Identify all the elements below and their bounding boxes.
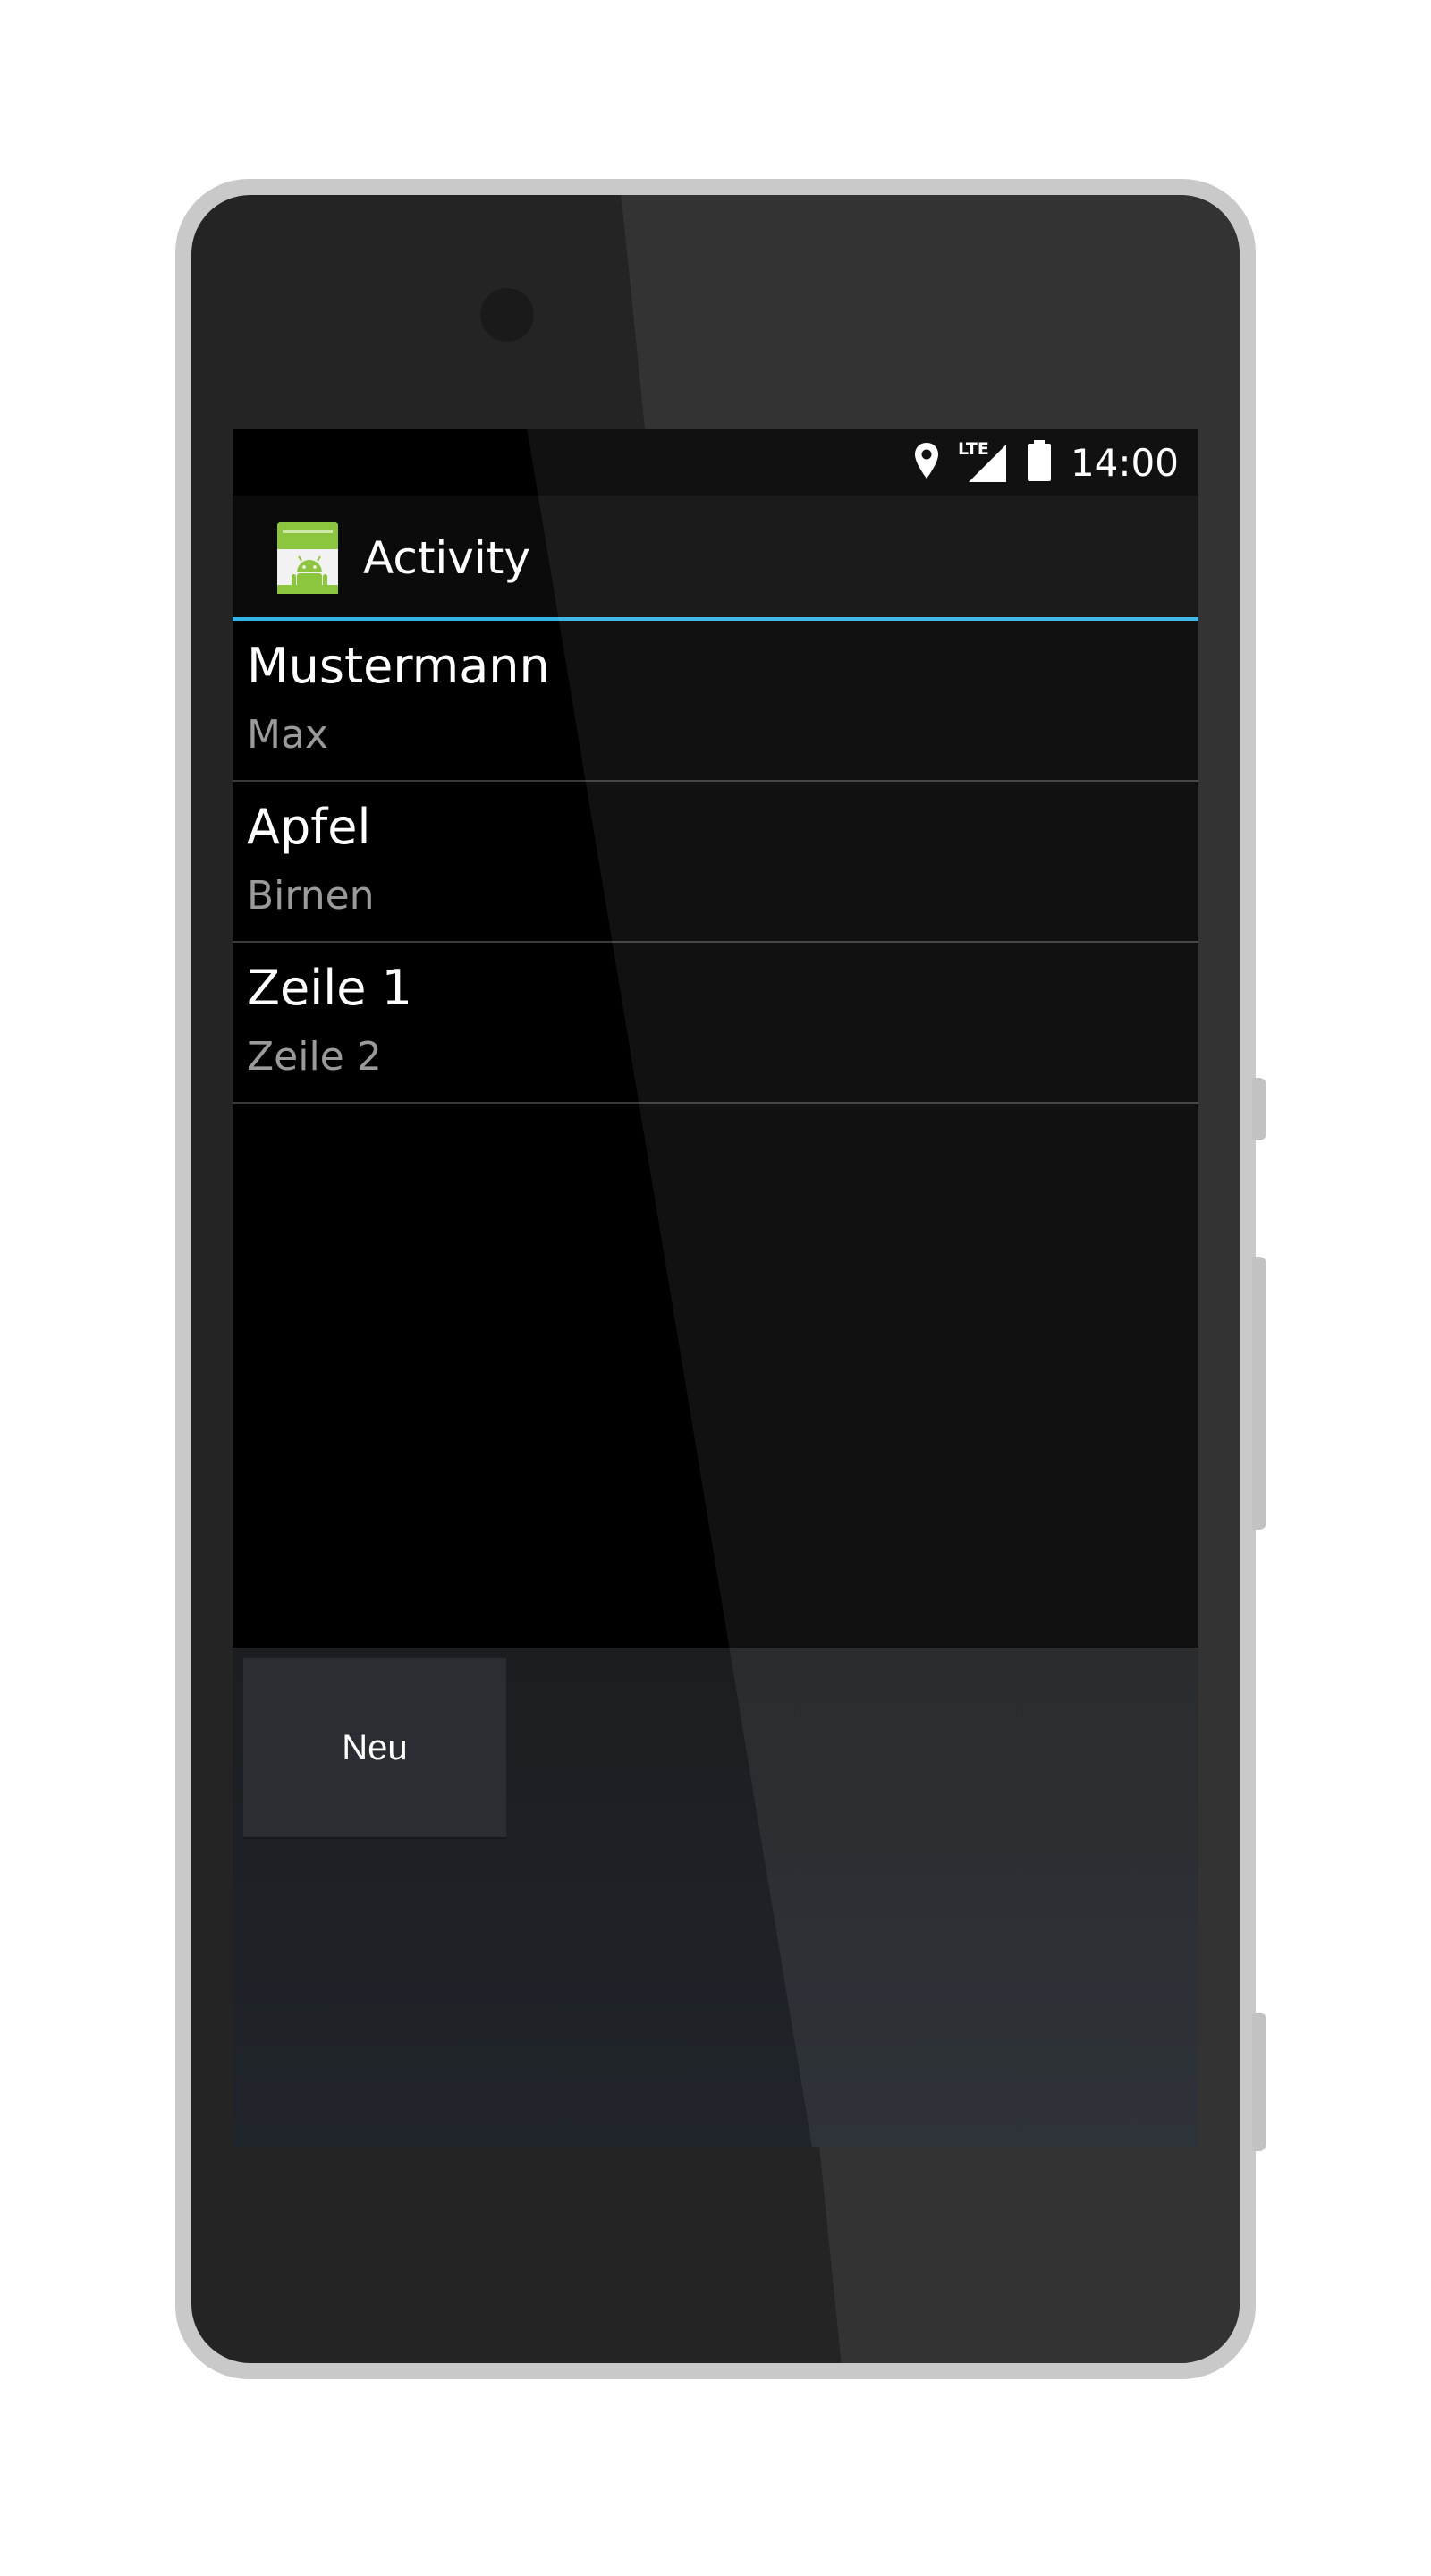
side-button-power	[1252, 1078, 1266, 1140]
side-button-volume	[1252, 1257, 1266, 1530]
action-bar: Activity	[233, 496, 1198, 621]
side-button-camera	[1252, 2012, 1266, 2151]
battery-icon	[1026, 439, 1053, 486]
status-time: 14:00	[1070, 440, 1179, 485]
action-bar-title: Activity	[363, 532, 530, 584]
list-item[interactable]: Zeile 1 Zeile 2	[233, 943, 1198, 1104]
status-bar: LTE 14:00	[233, 429, 1198, 496]
two-line-list: Mustermann Max Apfel Birnen Zeile 1 Zeil…	[233, 621, 1198, 1104]
list-item-subtitle: Max	[247, 712, 328, 758]
android-app-icon[interactable]	[277, 522, 338, 594]
list-item-subtitle: Birnen	[247, 873, 375, 919]
status-icons: LTE 14:00	[913, 429, 1179, 496]
device-screen: LTE 14:00 Activity Mustermann Max Apfel …	[233, 429, 1198, 2147]
front-camera	[480, 288, 534, 342]
network-type-label: LTE	[957, 439, 989, 459]
list-item-title: Zeile 1	[247, 960, 412, 1016]
lte-signal-icon: LTE	[957, 439, 1008, 484]
page: LTE 14:00 Activity Mustermann Max Apfel …	[0, 0, 1431, 2576]
list-item[interactable]: Mustermann Max	[233, 621, 1198, 782]
list-item-subtitle: Zeile 2	[247, 1034, 382, 1080]
location-icon	[913, 441, 940, 484]
list-item-title: Mustermann	[247, 638, 550, 694]
list-item-title: Apfel	[247, 799, 371, 855]
bottom-button-area: Neu	[233, 1648, 1198, 2147]
list-item[interactable]: Apfel Birnen	[233, 782, 1198, 943]
new-button[interactable]: Neu	[243, 1658, 506, 1837]
